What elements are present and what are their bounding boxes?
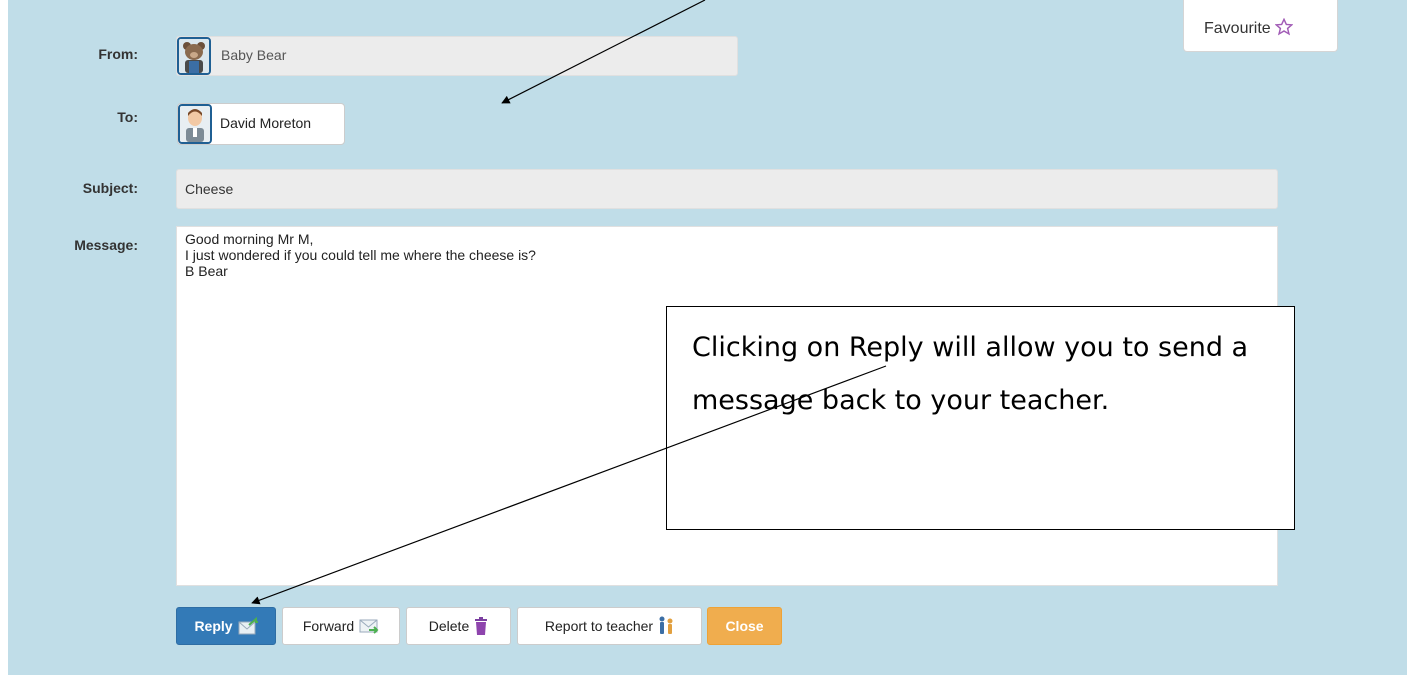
arrow-to-reply-button bbox=[251, 365, 887, 605]
annotation-arrows bbox=[251, 0, 887, 605]
arrow-to-recipient bbox=[501, 0, 706, 104]
